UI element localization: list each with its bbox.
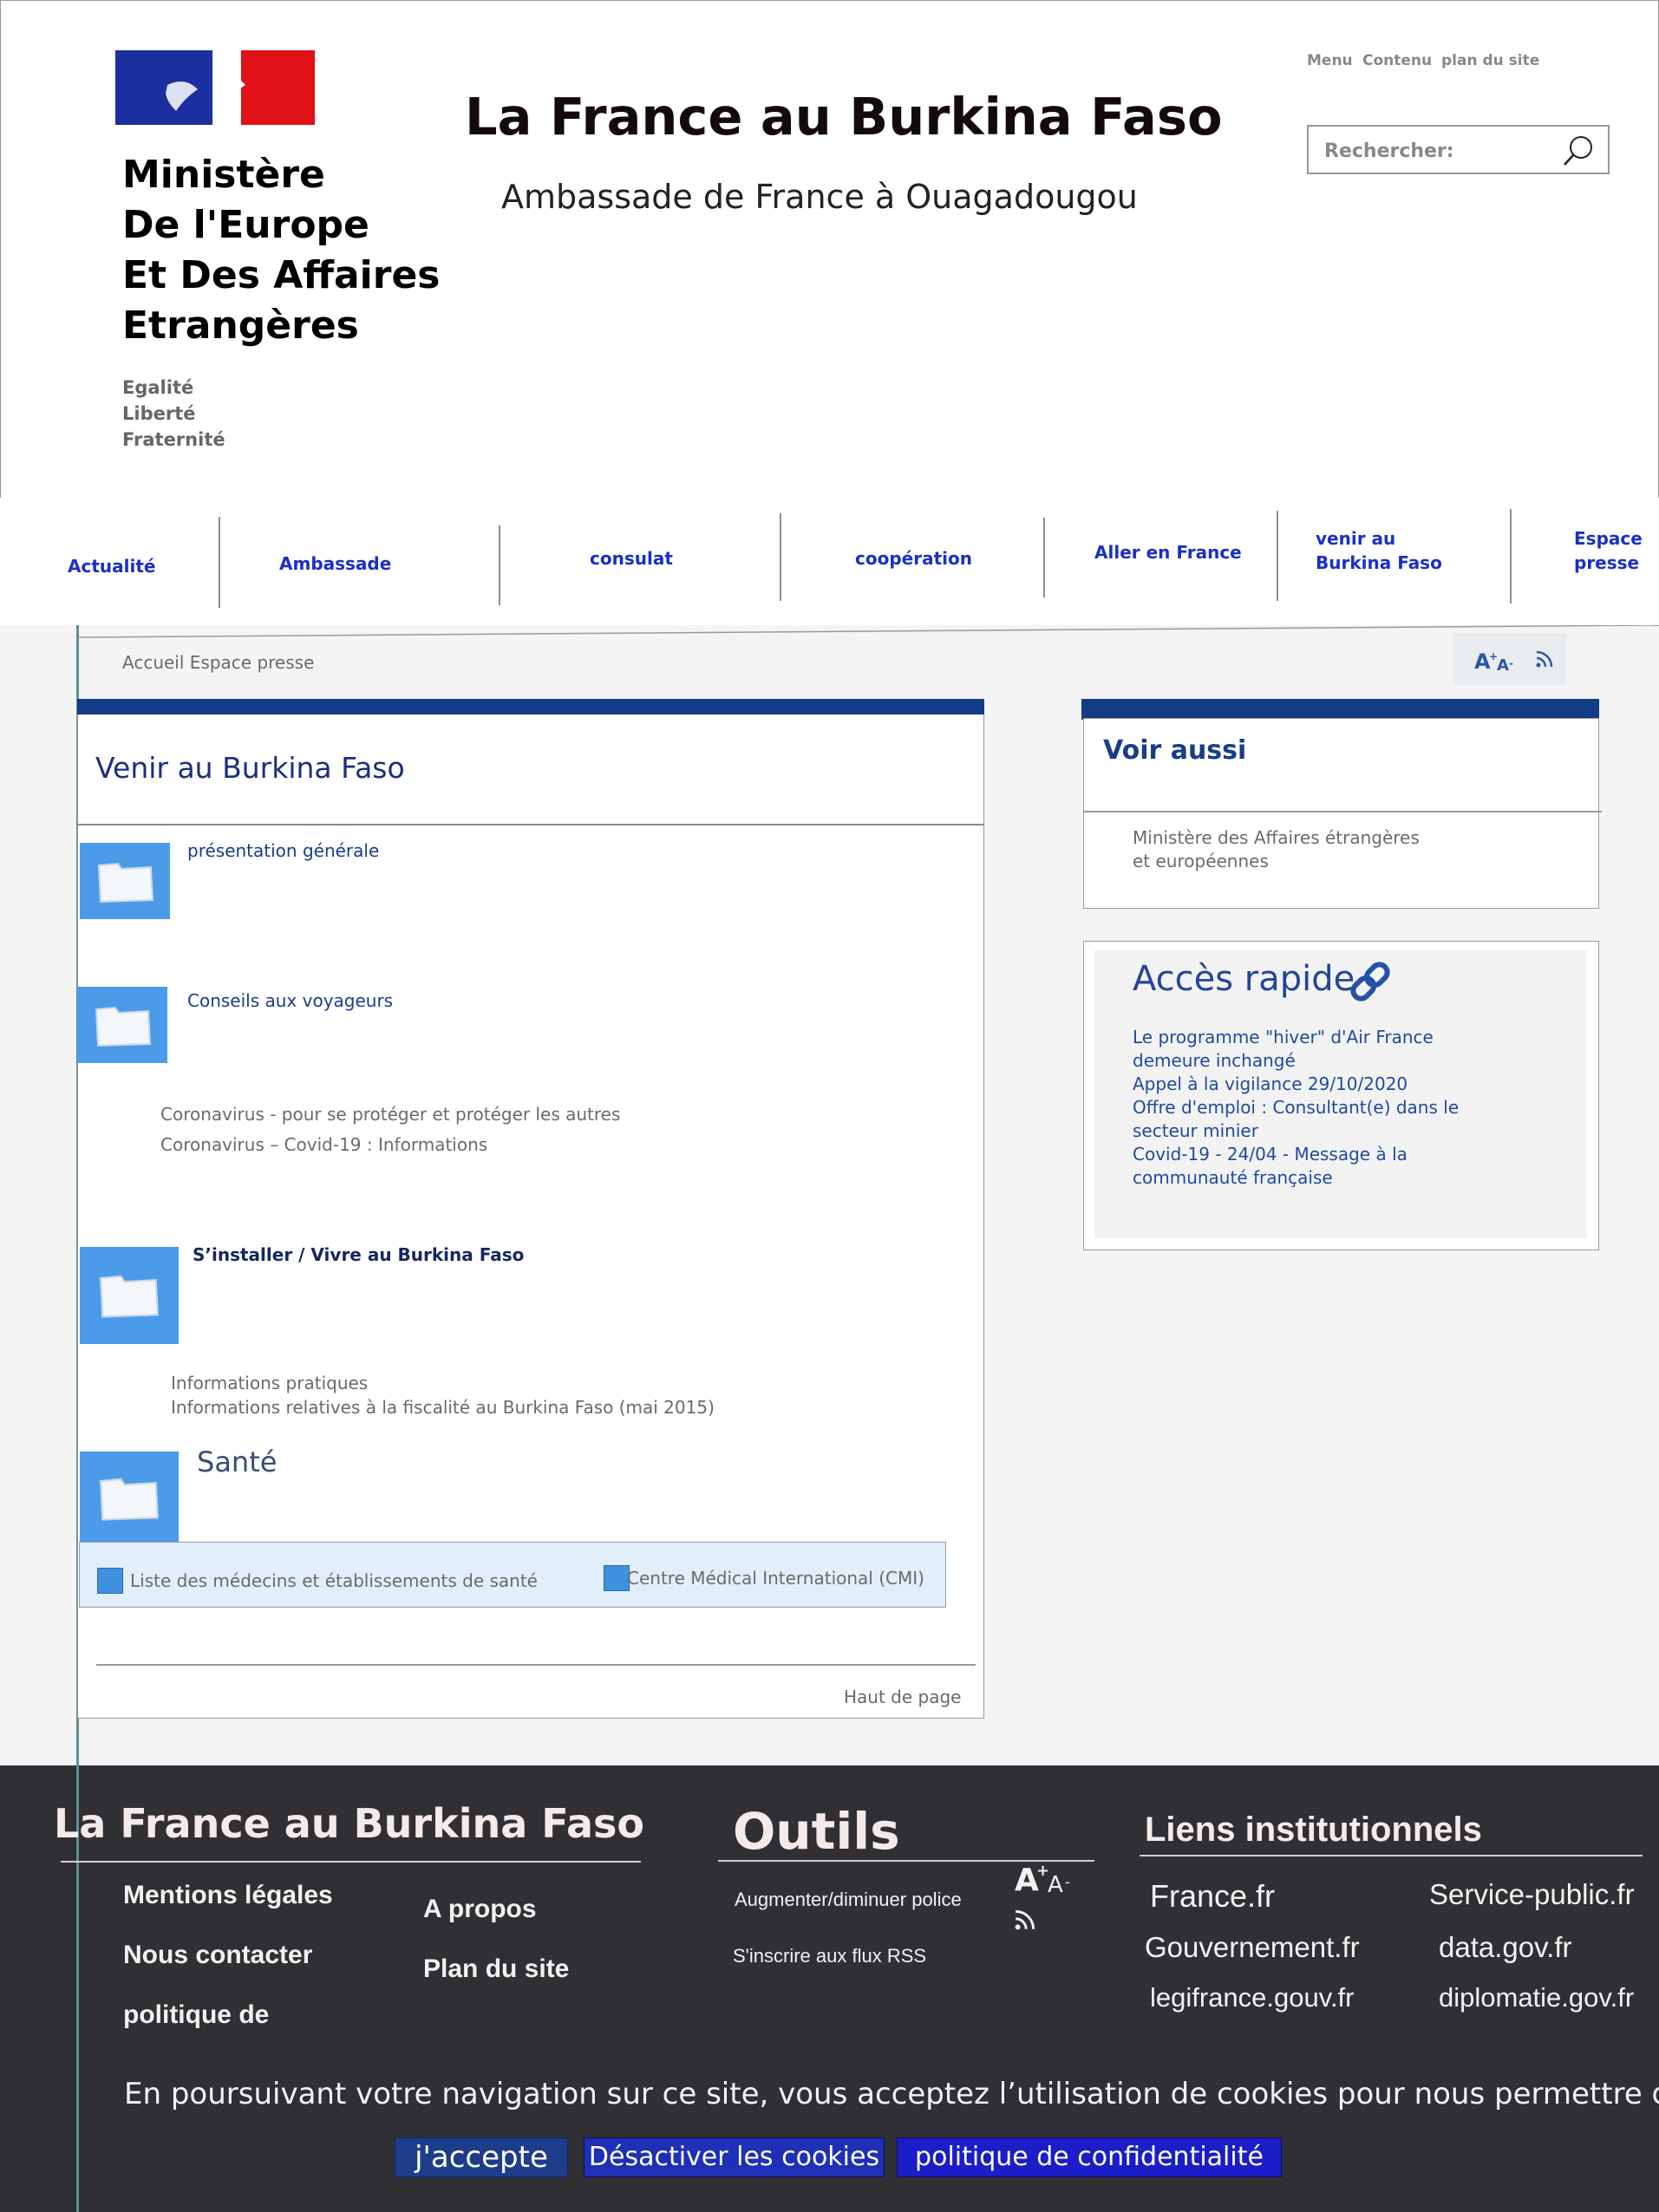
acces-rapide-title: Accès rapide (1133, 959, 1355, 999)
footer-link-legifrance[interactable]: legifrance.gouv.fr (1150, 1982, 1355, 2013)
motto-line: Egalité (122, 377, 194, 398)
section-link-sinstaller[interactable]: S’installer / Vivre au Burkina Faso (193, 1244, 524, 1265)
svg-text:A: A (1048, 1872, 1063, 1896)
search-box (1307, 125, 1610, 174)
search-icon[interactable] (1561, 134, 1596, 168)
nav-item-venir-au-burkina[interactable]: venir au Burkina Faso (1316, 526, 1442, 575)
sante-link-medecins[interactable]: Liste des médecins et établissements de … (130, 1570, 538, 1591)
nav-item-cooperation[interactable]: coopération (855, 546, 972, 571)
footer-rss-tool[interactable]: S'inscrire aux flux RSS (733, 1945, 926, 1967)
title-divider (77, 824, 984, 825)
section-link-presentation[interactable]: présentation générale (187, 840, 379, 861)
footer-link-data-gov[interactable]: data.gov.fr (1439, 1931, 1571, 1964)
sante-link-cmi[interactable]: Centre Médical International (CMI) (627, 1568, 924, 1589)
svg-text:A: A (1497, 656, 1509, 672)
skip-to-content-link[interactable]: Contenu (1362, 52, 1432, 69)
svg-text:A: A (1015, 1863, 1039, 1896)
site-title: La France au Burkina Faso (465, 87, 1223, 147)
acces-rapide-link[interactable]: Appel à la vigilance 29/10/2020 (1133, 1073, 1497, 1096)
sitemap-link[interactable]: plan du site (1441, 52, 1539, 69)
search-input[interactable] (1323, 137, 1551, 165)
footer-site-title: La France au Burkina Faso (54, 1800, 645, 1847)
content-top-edge (76, 625, 1659, 638)
sub-link[interactable]: Coronavirus - pour se protéger et protég… (160, 1104, 620, 1125)
bullet-square-icon (97, 1568, 123, 1594)
nav-item-consulat[interactable]: consulat (590, 546, 673, 571)
nav-item-actualite[interactable]: Actualité (68, 554, 155, 578)
rss-icon[interactable] (1015, 1909, 1035, 1930)
link-chain-icon (1350, 962, 1390, 1002)
section-link-conseils[interactable]: Conseils aux voyageurs (187, 990, 393, 1011)
ministry-name-line: De l'Europe (122, 203, 369, 247)
nav-item-label: presse (1574, 552, 1640, 573)
nav-item-espace-presse[interactable]: Espace presse (1574, 526, 1643, 575)
privacy-policy-button[interactable]: politique de confidentialité (897, 2137, 1282, 2177)
footer-link-diplomatie[interactable]: diplomatie.gov.fr (1439, 1982, 1634, 2013)
page-tools: A + A - (1453, 633, 1566, 685)
acces-rapide-link[interactable]: Le programme "hiver" d'Air France demeur… (1133, 1026, 1497, 1073)
voir-aussi-title: Voir aussi (1103, 735, 1247, 766)
nav-divider (219, 517, 220, 608)
breadcrumb[interactable]: Accueil Espace presse (122, 652, 314, 673)
footer-link-france[interactable]: France.fr (1150, 1878, 1275, 1915)
nav-item-ambassade[interactable]: Ambassade (279, 551, 391, 576)
rss-icon[interactable] (1536, 650, 1553, 668)
text-size-icon[interactable]: A + A - (1015, 1861, 1084, 1896)
ministry-name-line: Etrangères (122, 303, 359, 348)
skip-to-menu-link[interactable]: Menu (1307, 52, 1353, 69)
footer-link-contact[interactable]: Nous contacter (123, 1941, 312, 1970)
sub-link[interactable]: Informations pratiques (171, 1373, 368, 1393)
text-size-icon[interactable]: A + A - (1474, 648, 1526, 672)
footer-divider (1140, 1855, 1643, 1856)
footer-link-gouvernement[interactable]: Gouvernement.fr (1145, 1931, 1360, 1964)
voir-aussi-link[interactable]: Ministère des Affaires étrangères et eur… (1133, 826, 1436, 873)
disable-cookies-button[interactable]: Désactiver les cookies (584, 2137, 885, 2177)
motto-line: Fraternité (122, 429, 225, 450)
footer-institutional-title: Liens institutionnels (1145, 1811, 1482, 1849)
svg-text:-: - (1509, 657, 1513, 669)
footer-link-service-public[interactable]: Service-public.fr (1429, 1878, 1635, 1911)
svg-text:-: - (1065, 1874, 1070, 1890)
nav-divider (1043, 518, 1045, 597)
section-title-sante: Santé (197, 1445, 278, 1478)
motto-line: Liberté (122, 403, 196, 424)
nav-item-label: Burkina Faso (1316, 552, 1442, 573)
cookie-banner-text: En poursuivant votre navigation sur ce s… (124, 2077, 1659, 2111)
site-subtitle: Ambassade de France à Ouagadougou (501, 178, 1138, 216)
acces-rapide-link[interactable]: Offre d'emploi : Consultant(e) dans le s… (1133, 1096, 1497, 1143)
folder-icon (77, 987, 167, 1063)
sub-link[interactable]: Informations relatives à la fiscalité au… (171, 1397, 715, 1418)
sub-link[interactable]: Coronavirus – Covid-19 : Informations (160, 1134, 487, 1155)
nav-divider (1277, 511, 1278, 601)
ministry-name-line: Et Des Affaires (122, 253, 441, 297)
nav-item-label: Espace (1574, 528, 1643, 549)
folder-icon (80, 1247, 179, 1344)
accept-cookies-button[interactable]: j'accepte (395, 2137, 568, 2177)
back-to-top-link[interactable]: Haut de page (844, 1687, 961, 1707)
bottom-divider (96, 1664, 976, 1666)
nav-item-label: venir au (1316, 528, 1396, 549)
aside-topbar (1081, 699, 1599, 720)
footer-link-mentions[interactable]: Mentions légales (123, 1881, 333, 1910)
nav-divider (499, 525, 500, 605)
footer-link-apropos[interactable]: A propos (423, 1895, 537, 1924)
footer-link-plan[interactable]: Plan du site (423, 1954, 569, 1984)
footer-tools-title: Outils (733, 1802, 900, 1861)
ministry-name-line: Ministère (122, 153, 325, 197)
footer-link-politique[interactable]: politique de (123, 2000, 269, 2030)
acces-rapide-link[interactable]: Covid-19 - 24/04 - Message à la communau… (1133, 1143, 1497, 1190)
footer-font-size-tool[interactable]: Augmenter/diminuer police (735, 1889, 962, 1911)
folder-icon (80, 1452, 179, 1542)
page-title: Venir au Burkina Faso (95, 751, 405, 785)
bullet-square-icon (604, 1565, 630, 1591)
footer-divider (61, 1861, 641, 1863)
marianne-logo (115, 50, 315, 125)
voir-aussi-divider (1083, 811, 1602, 812)
main-panel-topbar (77, 699, 984, 714)
nav-divider (1510, 509, 1512, 604)
nav-divider (780, 513, 781, 601)
nav-item-aller-en-france[interactable]: Aller en France (1094, 540, 1242, 564)
folder-icon (80, 843, 170, 919)
